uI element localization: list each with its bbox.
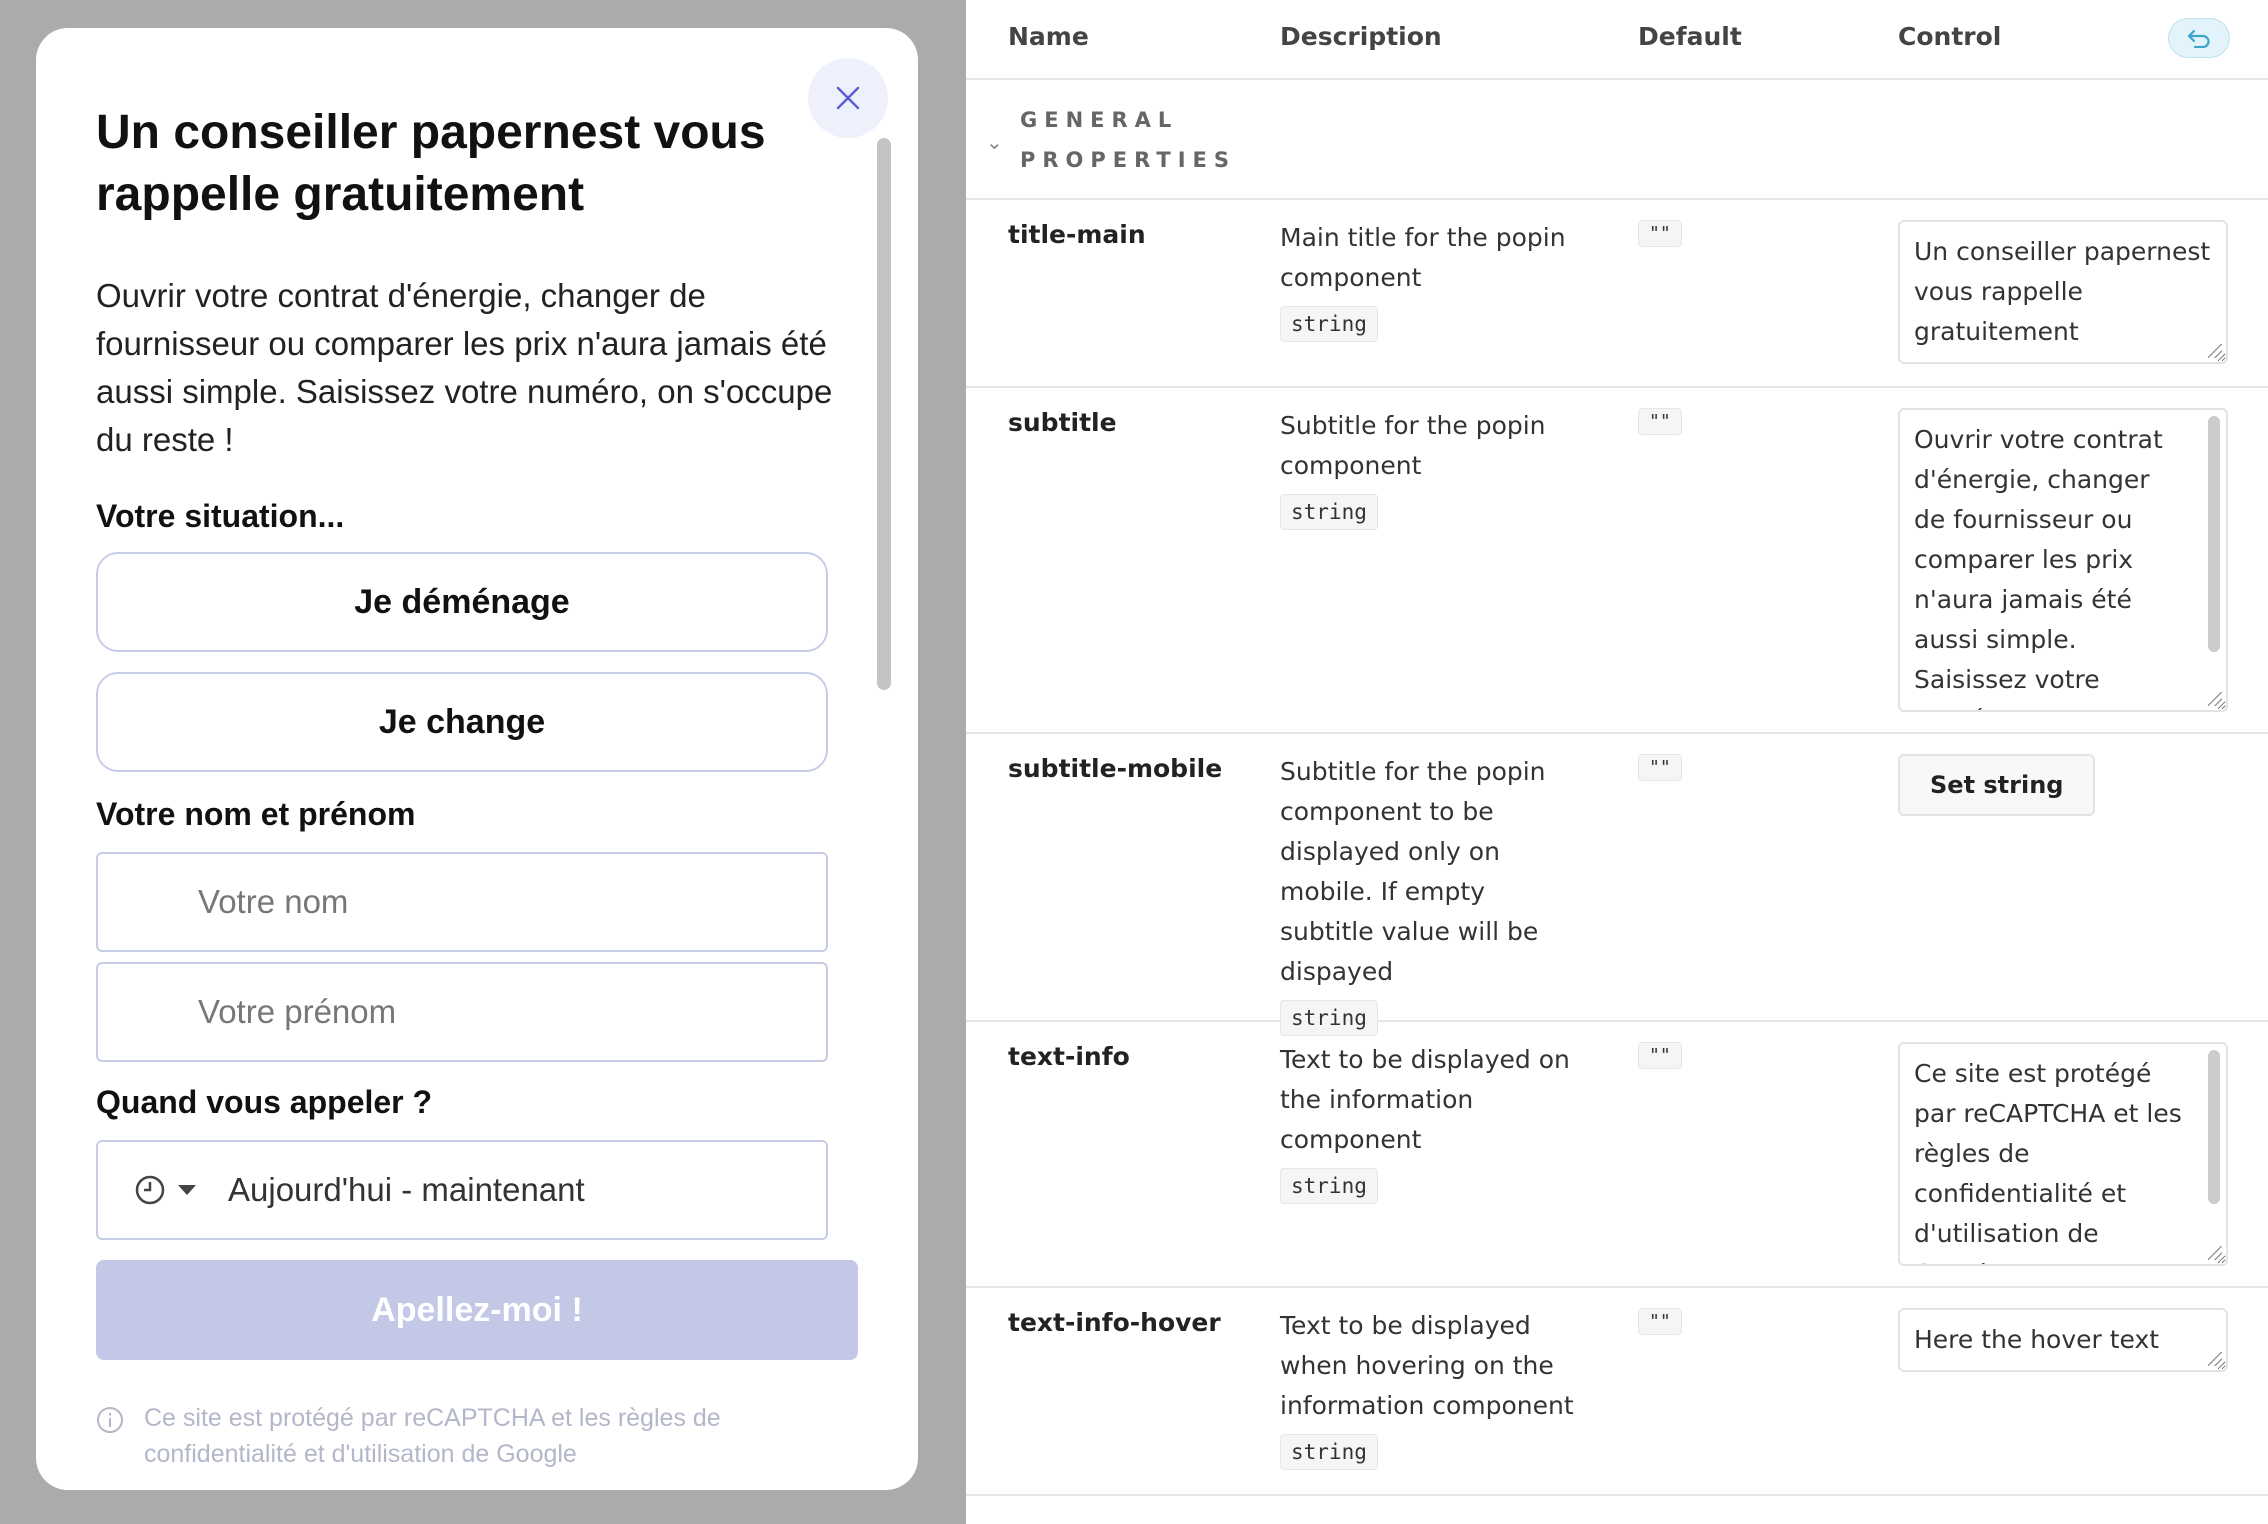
- call-time-value: Aujourd'hui - maintenant: [228, 1171, 585, 1208]
- arg-description-text: Text to be displayed on the information …: [1280, 1045, 1570, 1154]
- situation-option-change[interactable]: Je change: [96, 672, 828, 772]
- text-info-hover-textarea[interactable]: Here the hover text: [1898, 1308, 2228, 1372]
- resize-handle-icon[interactable]: [2208, 1352, 2222, 1366]
- text-info-textarea[interactable]: Ce site est protégé par reCAPTCHA et les…: [1898, 1042, 2228, 1266]
- call-me-button[interactable]: Apellez-moi !: [96, 1260, 858, 1360]
- subtitle-textarea[interactable]: Ouvrir votre contrat d'énergie, changer …: [1898, 408, 2228, 712]
- first-name-input[interactable]: [96, 962, 828, 1062]
- arg-row-subtitle: subtitle Subtitle for the popin componen…: [966, 388, 2268, 734]
- textarea-scrollbar[interactable]: [2208, 1050, 2220, 1204]
- control-value: Ce site est protégé par reCAPTCHA et les…: [1914, 1059, 2182, 1264]
- arg-description: Text to be displayed when hovering on th…: [1280, 1306, 1580, 1471]
- undo-icon: [2187, 29, 2210, 48]
- arg-description-text: Subtitle for the popin component: [1280, 411, 1546, 480]
- popin-subtitle: Ouvrir votre contrat d'énergie, changer …: [96, 277, 833, 458]
- arg-default: "": [1638, 754, 1682, 781]
- when-label: Quand vous appeler ?: [96, 1084, 433, 1120]
- resize-handle-icon[interactable]: [2208, 692, 2222, 706]
- arg-name: text-info-hover: [1008, 1308, 1221, 1337]
- arg-name: text-info: [1008, 1042, 1130, 1071]
- arg-default: "": [1638, 408, 1682, 435]
- arg-description: Subtitle for the popin component string: [1280, 406, 1580, 531]
- group-general-properties[interactable]: ⌄ GENERAL PROPERTIES: [966, 80, 2268, 200]
- popin-modal: Un conseiller papernest vous rappelle gr…: [36, 28, 918, 1490]
- clock-icon: [135, 1175, 165, 1205]
- header-default: Default: [1638, 22, 1742, 51]
- control-value: Un conseiller papernest vous rappelle gr…: [1914, 237, 2211, 346]
- modal-scrollbar[interactable]: [874, 108, 894, 1248]
- arg-type: string: [1280, 494, 1378, 530]
- arg-row-subtitle-mobile: subtitle-mobile Subtitle for the popin c…: [966, 734, 2268, 1036]
- arg-default: "": [1638, 1308, 1682, 1335]
- resize-handle-icon[interactable]: [2208, 1246, 2222, 1260]
- close-icon: [836, 86, 860, 110]
- last-name-input[interactable]: [96, 852, 828, 952]
- recaptcha-text: Ce site est protégé par reCAPTCHA et les…: [144, 1404, 721, 1468]
- arg-description-text: Text to be displayed when hovering on th…: [1280, 1311, 1574, 1420]
- info-icon[interactable]: [96, 1406, 124, 1434]
- situation-label: Votre situation...: [96, 498, 345, 534]
- resize-handle-icon[interactable]: [2208, 344, 2222, 358]
- arg-row-text-info: text-info Text to be displayed on the in…: [966, 1022, 2268, 1288]
- arg-default: "": [1638, 220, 1682, 247]
- preview-canvas: Un conseiller papernest vous rappelle gr…: [0, 0, 966, 1524]
- control-value: Ouvrir votre contrat d'énergie, changer …: [1914, 425, 2175, 710]
- arg-description-text: Subtitle for the popin component to be d…: [1280, 757, 1546, 986]
- call-time-select[interactable]: Aujourd'hui - maintenant: [96, 1140, 828, 1240]
- arg-description: Subtitle for the popin component to be d…: [1280, 752, 1580, 1037]
- group-label: GENERAL PROPERTIES: [1020, 108, 1236, 172]
- arg-name: subtitle-mobile: [1008, 754, 1223, 783]
- arg-type: string: [1280, 306, 1378, 342]
- arg-name: subtitle: [1008, 408, 1117, 437]
- header-description: Description: [1280, 22, 1442, 51]
- arg-row-title-main: title-main Main title for the popin comp…: [966, 200, 2268, 388]
- arg-type: string: [1280, 1168, 1378, 1204]
- header-name: Name: [1008, 22, 1089, 51]
- arg-description: Main title for the popin component strin…: [1280, 218, 1580, 343]
- recaptcha-info: Ce site est protégé par reCAPTCHA et les…: [96, 1400, 856, 1472]
- arg-description-text: Main title for the popin component: [1280, 223, 1566, 292]
- arg-default: "": [1638, 1042, 1682, 1069]
- arg-name: title-main: [1008, 220, 1146, 249]
- header-control: Control: [1898, 22, 2002, 51]
- arg-row-text-info-hover: text-info-hover Text to be displayed whe…: [966, 1288, 2268, 1496]
- popin-title: Un conseiller papernest vous rappelle gr…: [96, 106, 766, 221]
- textarea-scrollbar[interactable]: [2208, 416, 2220, 652]
- name-label: Votre nom et prénom: [96, 796, 416, 832]
- modal-scrollbar-thumb[interactable]: [877, 138, 891, 690]
- set-string-button[interactable]: Set string: [1898, 754, 2096, 816]
- chevron-down-icon: ⌄: [986, 130, 1003, 154]
- chevron-down-icon: [178, 1185, 196, 1195]
- arg-type: string: [1280, 1434, 1378, 1470]
- reset-controls-button[interactable]: [2168, 18, 2230, 58]
- situation-option-moving[interactable]: Je déménage: [96, 552, 828, 652]
- args-table-header: Name Description Default Control: [966, 0, 2268, 80]
- title-main-textarea[interactable]: Un conseiller papernest vous rappelle gr…: [1898, 220, 2228, 364]
- arg-description: Text to be displayed on the information …: [1280, 1040, 1580, 1205]
- control-value: Here the hover text: [1914, 1325, 2160, 1354]
- args-table: Name Description Default Control ⌄ GENER…: [966, 0, 2268, 1524]
